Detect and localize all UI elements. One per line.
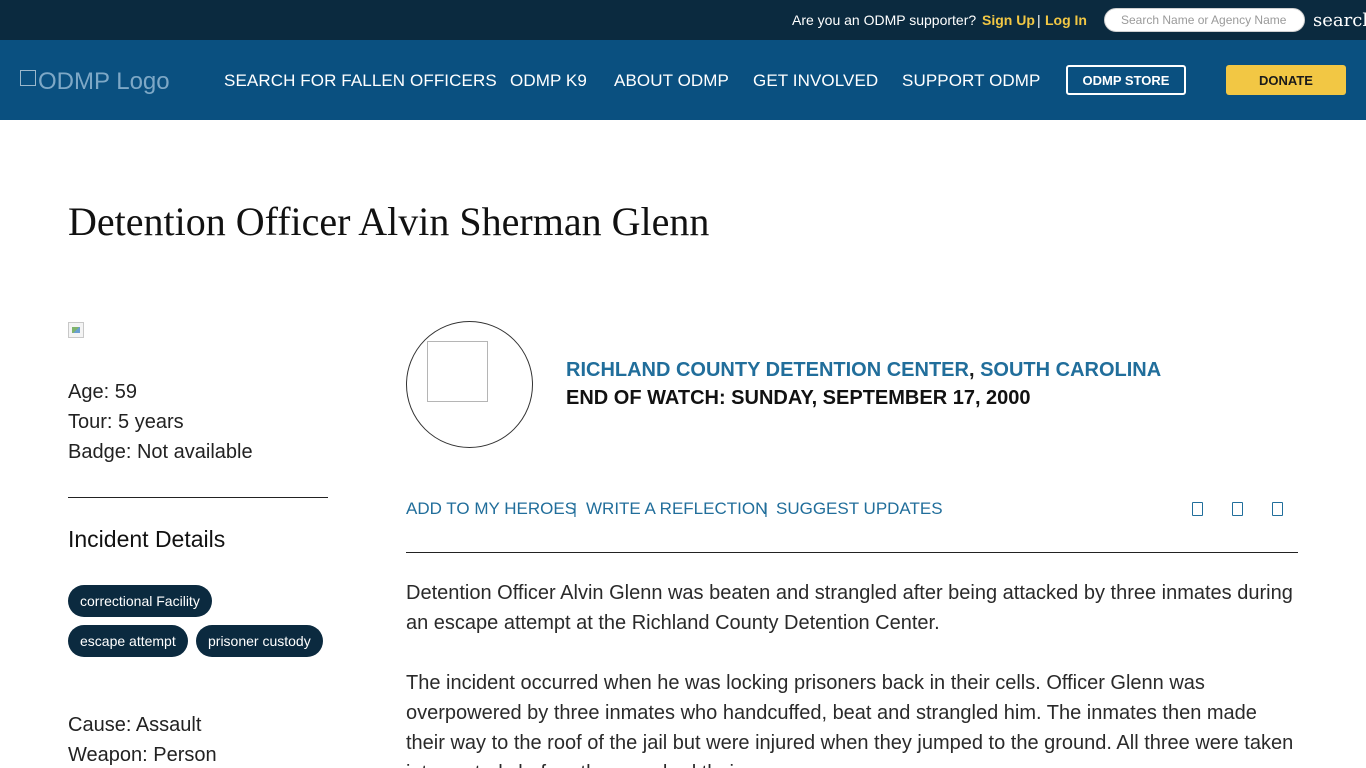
logo-alt-text: ODMP Logo [38, 68, 170, 95]
action-separator: | [573, 501, 577, 518]
agency-seal-image [427, 341, 488, 402]
main-nav: ODMP Logo SEARCH FOR FALLEN OFFICERS ODM… [0, 40, 1366, 120]
incident-weapon: Weapon: Person [68, 744, 217, 766]
sign-up-link[interactable]: Sign Up [982, 12, 1035, 28]
search-input[interactable] [1104, 8, 1305, 32]
suggest-updates-link[interactable]: SUGGEST UPDATES [776, 499, 943, 519]
agency-name-link[interactable]: RICHLAND COUNTY DETENTION CENTER [566, 359, 969, 381]
officer-badge: Badge: Not available [68, 441, 253, 463]
incident-cause: Cause: Assault [68, 714, 202, 736]
divider [406, 552, 1298, 553]
nav-odmp-k9[interactable]: ODMP K9 [510, 71, 587, 91]
bio-paragraph-1: Detention Officer Alvin Glenn was beaten… [406, 582, 1293, 634]
divider [68, 497, 328, 498]
agency-seal [406, 321, 533, 448]
end-of-watch: END OF WATCH: SUNDAY, SEPTEMBER 17, 2000 [566, 387, 1031, 409]
bio-paragraph-2: The incident occurred when he was lockin… [406, 672, 1294, 768]
tag-correctional-facility[interactable]: correctional Facility [68, 585, 212, 617]
officer-photo [68, 322, 84, 338]
nav-search-fallen-officers[interactable]: SEARCH FOR FALLEN OFFICERS [224, 71, 497, 91]
search-button[interactable]: search [1313, 10, 1366, 34]
agency-comma: , [968, 359, 975, 381]
write-a-reflection-link[interactable]: WRITE A REFLECTION [586, 499, 767, 519]
share-twitter-icon[interactable] [1232, 502, 1243, 516]
share-email-icon[interactable] [1272, 502, 1283, 516]
topbar-separator: | [1037, 12, 1041, 28]
officer-tour: Tour: 5 years [68, 411, 184, 433]
donate-button[interactable]: DONATE [1226, 65, 1346, 95]
odmp-store-button[interactable]: ODMP STORE [1066, 65, 1186, 95]
action-separator: | [764, 501, 768, 518]
supporter-prompt: Are you an ODMP supporter? [792, 12, 977, 28]
agency-line: RICHLAND COUNTY DETENTION CENTER, SOUTH … [566, 359, 1161, 382]
agency-state-link[interactable]: SOUTH CAROLINA [980, 359, 1161, 381]
broken-image-icon [20, 70, 36, 86]
page-title: Detention Officer Alvin Sherman Glenn [68, 199, 710, 244]
nav-get-involved[interactable]: GET INVOLVED [753, 71, 878, 91]
incident-details-heading: Incident Details [68, 526, 226, 552]
tag-prisoner-custody[interactable]: prisoner custody [196, 625, 323, 657]
share-facebook-icon[interactable] [1192, 502, 1203, 516]
top-bar: Are you an ODMP supporter? Sign Up | Log… [0, 0, 1366, 40]
add-to-my-heroes-link[interactable]: ADD TO MY HEROES [406, 499, 576, 519]
tag-escape-attempt[interactable]: escape attempt [68, 625, 188, 657]
odmp-logo[interactable]: ODMP Logo [20, 68, 170, 96]
officer-age: Age: 59 [68, 381, 137, 403]
nav-support-odmp[interactable]: SUPPORT ODMP [902, 71, 1041, 91]
nav-about-odmp[interactable]: ABOUT ODMP [614, 71, 729, 91]
log-in-link[interactable]: Log In [1045, 12, 1087, 28]
